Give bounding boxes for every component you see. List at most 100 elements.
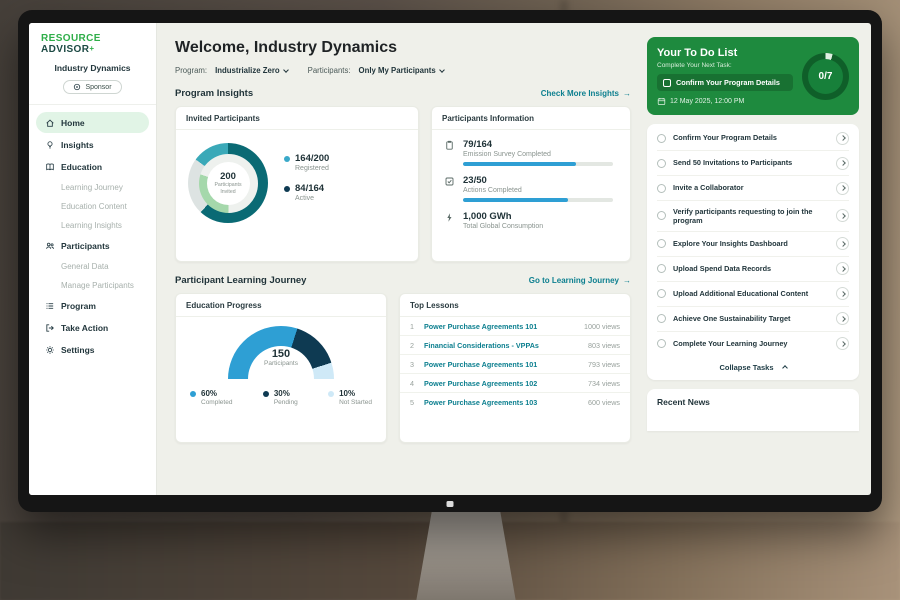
- lesson-link[interactable]: Power Purchase Agreements 101: [424, 322, 577, 331]
- task-checkbox[interactable]: [657, 211, 666, 220]
- task-checkbox[interactable]: [657, 289, 666, 298]
- task-chevron-button[interactable]: [836, 237, 849, 250]
- task-chevron-button[interactable]: [836, 132, 849, 145]
- energy-bolt-icon: [444, 212, 455, 223]
- lesson-row: 3 Power Purchase Agreements 101 793 view…: [400, 355, 630, 374]
- task-chevron-button[interactable]: [836, 209, 849, 222]
- org-block: Industry Dynamics Sponsor: [29, 61, 156, 105]
- sponsor-badge-label: Sponsor: [85, 84, 111, 91]
- stat-global-consumption: 1,000 GWh Total Global Consumption: [444, 211, 618, 234]
- task-chevron-button[interactable]: [836, 262, 849, 275]
- sidebar-item-settings[interactable]: Settings: [36, 339, 149, 360]
- invited-legend: 164/200 Registered 84/164 Active: [284, 153, 329, 213]
- education-gauge: 150 Participants: [228, 326, 334, 379]
- participants-filter-dropdown[interactable]: Only My Participants: [359, 66, 444, 75]
- legend-label: Active: [295, 195, 329, 202]
- learning-journey-header: Participant Learning Journey Go to Learn…: [175, 275, 631, 286]
- task-row[interactable]: Confirm Your Program Details: [657, 126, 849, 151]
- sidebar-item-label: Insights: [61, 140, 94, 150]
- stat-emission-survey: 79/164 Emission Survey Completed: [444, 139, 618, 166]
- legend-value: 30%: [274, 389, 290, 398]
- program-insights-header: Program Insights Check More Insights →: [175, 88, 631, 99]
- sidebar-item-program[interactable]: Program: [36, 295, 149, 316]
- task-chevron-button[interactable]: [836, 182, 849, 195]
- task-row[interactable]: Verify participants requesting to join t…: [657, 201, 849, 232]
- sidebar-item-learning-insights[interactable]: Learning Insights: [36, 216, 149, 234]
- task-checkbox[interactable]: [657, 239, 666, 248]
- sponsor-icon: [73, 83, 81, 91]
- task-checkbox[interactable]: [657, 314, 666, 323]
- sidebar-item-home[interactable]: Home: [36, 112, 149, 133]
- todo-progress-value: 0/7: [819, 71, 833, 82]
- task-checkbox[interactable]: [657, 184, 666, 193]
- education-legend: 60% Completed 30% Pending 10% Not Starte…: [176, 382, 386, 406]
- task-row[interactable]: Complete Your Learning Journey: [657, 332, 849, 356]
- task-label: Achieve One Sustainability Target: [673, 314, 829, 323]
- sidebar-item-education[interactable]: Education: [36, 156, 149, 177]
- progress-fill: [463, 162, 576, 166]
- todo-summary-card: Your To Do List Complete Your Next Task:…: [647, 37, 859, 115]
- program-filter-value: Industrialize Zero: [215, 66, 280, 75]
- sidebar-item-education-content[interactable]: Education Content: [36, 197, 149, 215]
- stat-actions-completed: 23/50 Actions Completed: [444, 175, 618, 202]
- task-chevron-button[interactable]: [836, 157, 849, 170]
- task-label: Invite a Collaborator: [673, 183, 829, 192]
- task-row[interactable]: Achieve One Sustainability Target: [657, 307, 849, 332]
- chevron-down-icon: [283, 67, 289, 73]
- task-row[interactable]: Send 50 Invitations to Participants: [657, 151, 849, 176]
- checkbox-icon[interactable]: [663, 79, 671, 87]
- sidebar-item-learning-journey[interactable]: Learning Journey: [36, 178, 149, 196]
- task-row[interactable]: Upload Spend Data Records: [657, 257, 849, 282]
- sidebar-item-label: Learning Journey: [61, 183, 123, 192]
- todo-next-task[interactable]: Confirm Your Program Details: [657, 74, 793, 91]
- org-name: Industry Dynamics: [37, 63, 148, 73]
- task-checkbox[interactable]: [657, 159, 666, 168]
- task-row[interactable]: Upload Additional Educational Content: [657, 282, 849, 307]
- todo-tasks-card: Confirm Your Program Details Send 50 Inv…: [647, 124, 859, 380]
- sidebar-item-insights[interactable]: Insights: [36, 134, 149, 155]
- task-checkbox[interactable]: [657, 264, 666, 273]
- sidebar-item-take-action[interactable]: Take Action: [36, 317, 149, 338]
- sidebar-item-label: Take Action: [61, 323, 108, 333]
- stat-label: Total Global Consumption: [463, 223, 543, 230]
- recent-news-card: Recent News: [647, 389, 859, 431]
- lesson-views: 793 views: [588, 360, 620, 369]
- progress-track: [463, 198, 613, 202]
- lesson-link[interactable]: Financial Considerations - VPPAs: [424, 341, 581, 350]
- task-row[interactable]: Explore Your Insights Dashboard: [657, 232, 849, 257]
- check-square-icon: [444, 176, 455, 187]
- task-row[interactable]: Invite a Collaborator: [657, 176, 849, 201]
- program-filter-label: Program:: [175, 66, 207, 75]
- brand-plus: +: [89, 44, 94, 53]
- lesson-link[interactable]: Power Purchase Agreements 103: [424, 398, 581, 407]
- participants-icon: [45, 241, 55, 251]
- task-checkbox[interactable]: [657, 134, 666, 143]
- task-label: Upload Spend Data Records: [673, 264, 829, 273]
- lesson-link[interactable]: Power Purchase Agreements 102: [424, 379, 581, 388]
- go-to-learning-journey-link[interactable]: Go to Learning Journey →: [529, 276, 631, 285]
- task-chevron-button[interactable]: [836, 287, 849, 300]
- collapse-tasks-button[interactable]: Collapse Tasks: [657, 356, 849, 380]
- lesson-link[interactable]: Power Purchase Agreements 101: [424, 360, 581, 369]
- task-chevron-button[interactable]: [836, 312, 849, 325]
- check-more-insights-link[interactable]: Check More Insights →: [541, 89, 631, 98]
- chevron-right-icon: [840, 291, 846, 297]
- program-filter-dropdown[interactable]: Industrialize Zero: [215, 66, 288, 75]
- lesson-views: 600 views: [588, 398, 620, 407]
- sidebar-item-participants[interactable]: Participants: [36, 235, 149, 256]
- arrow-right-icon: →: [623, 89, 631, 98]
- legend-item-not-started: 10% Not Started: [328, 389, 372, 406]
- monitor-stand: [416, 510, 516, 600]
- calendar-icon: [657, 97, 666, 106]
- stat-value: 79/164: [463, 139, 613, 150]
- sidebar: RESOURCE ADVISOR+ Industry Dynamics Spon…: [29, 23, 157, 495]
- insights-icon: [45, 140, 55, 150]
- participants-information-card: Participants Information 79/164 Emission…: [431, 106, 631, 262]
- legend-label: Registered: [295, 165, 329, 172]
- task-checkbox[interactable]: [657, 339, 666, 348]
- progress-fill: [463, 198, 568, 202]
- task-chevron-button[interactable]: [836, 337, 849, 350]
- sidebar-item-general-data[interactable]: General Data: [36, 257, 149, 275]
- sidebar-item-manage-participants[interactable]: Manage Participants: [36, 276, 149, 294]
- sidebar-item-label: Settings: [61, 345, 95, 355]
